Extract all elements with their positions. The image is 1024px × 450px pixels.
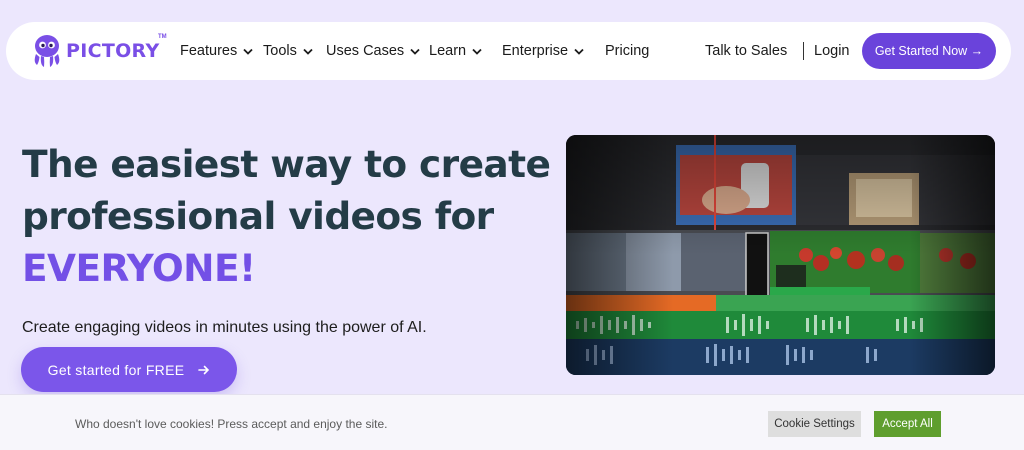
cookie-consent-bar: Who doesn't love cookies! Press accept a… [0, 394, 1024, 450]
nav-tools[interactable]: Tools [263, 22, 313, 80]
cookie-settings-button[interactable]: Cookie Settings [768, 411, 861, 437]
octopus-logo-icon [34, 35, 60, 67]
hero-title: The easiest way to create professional v… [22, 138, 552, 294]
pictory-logo[interactable]: PICTORY TM [30, 32, 167, 70]
logo-wordmark: PICTORY [66, 40, 160, 62]
nav-learn-label: Learn [429, 43, 467, 59]
logo-trademark: TM [158, 34, 167, 40]
top-navbar: PICTORY TM Features Tools Uses Cases Lea… [6, 22, 1011, 80]
cookie-message: Who doesn't love cookies! Press accept a… [75, 417, 388, 431]
chevron-down-icon [243, 48, 253, 55]
accept-all-cookies-button[interactable]: Accept All [874, 411, 941, 437]
login-link[interactable]: Login [814, 22, 849, 80]
hero-subtitle: Create engaging videos in minutes using … [22, 319, 427, 336]
nav-features-label: Features [180, 43, 238, 59]
chevron-down-icon [472, 48, 482, 55]
nav-enterprise-label: Enterprise [502, 43, 569, 59]
nav-use-cases-label: Uses Cases [326, 43, 405, 59]
talk-to-sales-link[interactable]: Talk to Sales [705, 22, 787, 80]
arrow-right-icon [198, 365, 210, 374]
nav-enterprise[interactable]: Enterprise [502, 22, 584, 80]
nav-features[interactable]: Features [180, 22, 253, 80]
get-started-now-button[interactable]: Get Started Now → [862, 33, 996, 69]
chevron-down-icon [410, 48, 420, 55]
nav-divider [803, 42, 804, 60]
video-timeline-illustration [566, 135, 995, 375]
hero-title-line1: The easiest way to create [22, 142, 551, 186]
hero-title-accent: EVERYONE! [22, 246, 256, 290]
chevron-down-icon [574, 48, 584, 55]
chevron-down-icon [303, 48, 313, 55]
get-started-free-label: Get started for FREE [47, 361, 185, 378]
nav-tools-label: Tools [263, 43, 297, 59]
nav-learn[interactable]: Learn [429, 22, 482, 80]
hero-title-line2: professional videos for [22, 194, 494, 238]
nav-pricing-label: Pricing [605, 43, 650, 59]
hero-video-editor-image [566, 135, 995, 375]
nav-pricing[interactable]: Pricing [605, 22, 649, 80]
get-started-free-button[interactable]: Get started for FREE [21, 347, 237, 392]
nav-use-cases[interactable]: Uses Cases [326, 22, 420, 80]
